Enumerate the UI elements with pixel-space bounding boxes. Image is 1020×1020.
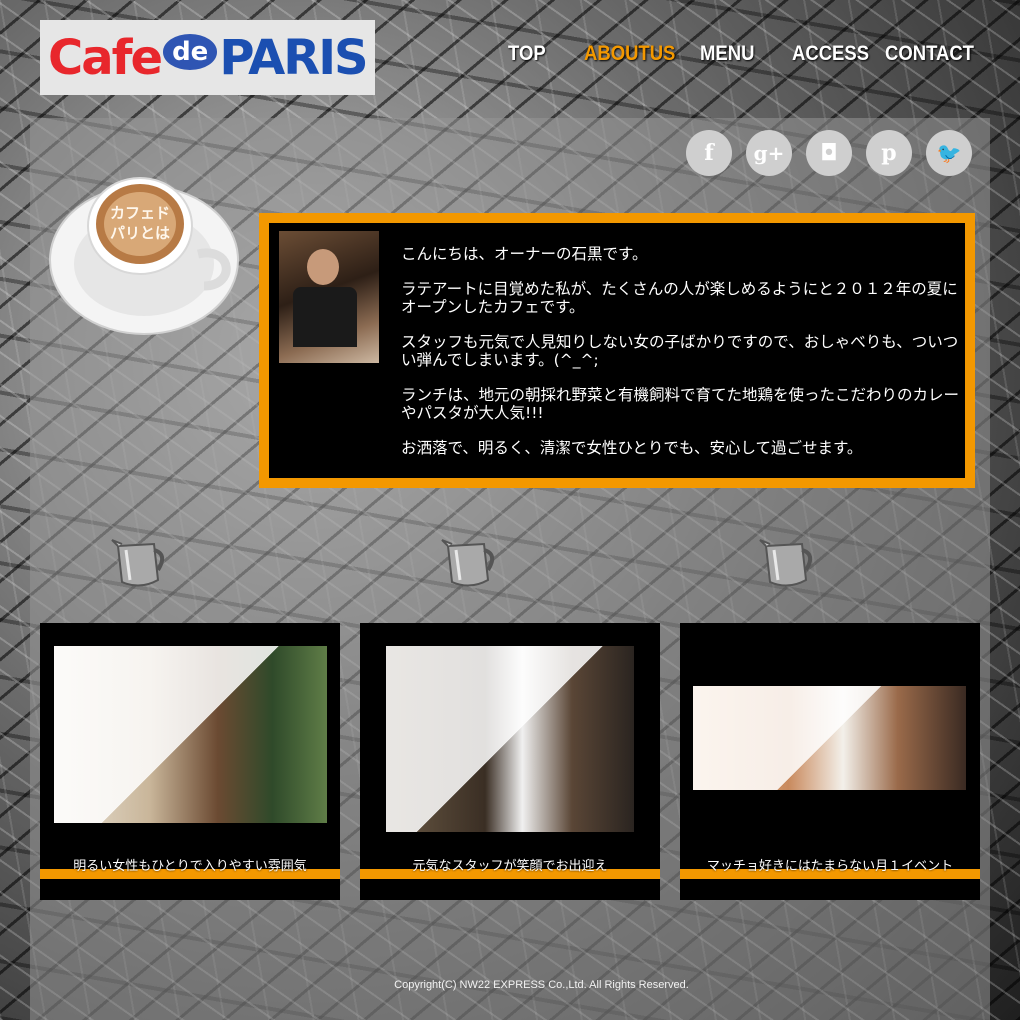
card-caption: 明るい女性もひとりで入りやすい雰囲気 [73,859,307,874]
about-paragraph: ランチは、地元の朝採れ野菜と有機飼料で育てた地鶏を使ったこだわりのカレーやパスタ… [401,386,960,422]
milk-pitcher-icon [441,539,495,587]
facebook-icon[interactable]: f [686,130,732,176]
about-paragraph: お洒落で、明るく、清潔で女性ひとりでも、安心して過ごせます。 [401,439,863,457]
about-text: こんにちは、オーナーの石黒です。 ラテアートに目覚めた私が、たくさんの人が楽しめ… [401,245,961,474]
latte-art-line1: カフェド [110,204,170,222]
cafe-interior-photo [54,646,327,823]
cafe-de-paris-logo[interactable]: Cafe de PARIS [40,20,375,95]
card-caption: 元気なスタッフが笑顔でお出迎え [412,859,608,874]
footer-copyright: Copyright(C) NW22 EXPRESS Co.,Ltd. All R… [394,979,689,991]
staff-photo [386,646,634,832]
milk-pitcher-icon [759,539,813,587]
about-box: こんにちは、オーナーの石黒です。 ラテアートに目覚めた私が、たくさんの人が楽しめ… [259,213,975,488]
feature-card-interior[interactable]: 明るい女性もひとりで入りやすい雰囲気 [40,623,340,900]
owner-photo-head [307,249,339,285]
nav-item-aboutus[interactable]: ABOUTUS [584,42,675,66]
instagram-icon[interactable]: ◘ [806,130,852,176]
event-photo [693,686,966,790]
logo-cafe-text: Cafe [48,29,163,86]
feature-card-staff[interactable]: 元気なスタッフが笑顔でお出迎え [360,623,660,900]
latte-art-cup-image: カフェド パリとは [49,177,239,335]
feature-card-event[interactable]: マッチョ好きにはたまらない月１イベント [680,623,980,900]
owner-photo [279,231,379,363]
about-inner: こんにちは、オーナーの石黒です。 ラテアートに目覚めた私が、たくさんの人が楽しめ… [269,223,965,478]
latte-art-line2: パリとは [110,224,170,242]
logo-de-badge: de [163,33,218,70]
about-paragraph: こんにちは、オーナーの石黒です。 [401,245,648,263]
about-paragraph: ラテアートに目覚めた私が、たくさんの人が楽しめるようにと２０１２年の夏にオープン… [401,280,958,316]
milk-pitcher-icon [111,539,165,587]
nav-item-contact[interactable]: CONTACT [885,42,974,66]
twitter-icon[interactable]: 🐦 [926,130,972,176]
about-paragraph: スタッフも元気で人見知りしない女の子ばかりですので、おしゃべりも、ついつい弾んで… [401,333,959,369]
card-caption: マッチョ好きにはたまらない月１イベント [706,859,954,874]
nav-item-access[interactable]: ACCESS [792,42,869,66]
owner-photo-body [293,287,357,347]
nav-item-menu[interactable]: MENU [700,42,754,66]
google-plus-icon[interactable]: g+ [746,130,792,176]
logo-paris-text: PARIS [219,29,368,86]
pinterest-icon[interactable]: p [866,130,912,176]
nav-item-top[interactable]: TOP [508,42,546,66]
